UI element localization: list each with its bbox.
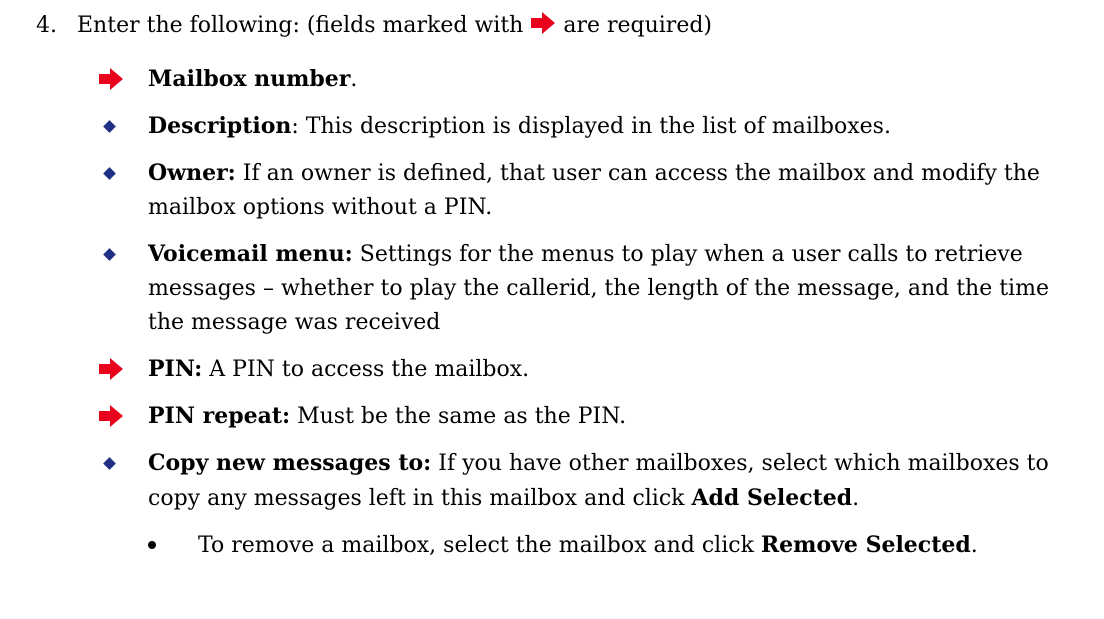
list-item-pin: PIN: A PIN to access the mailbox. [98,352,1088,387]
item-text: : This description is displayed in the l… [291,114,891,139]
item-text: . [350,67,358,92]
dot-bullet-icon [148,541,156,549]
step-intro: Enter the following: (fields marked with [77,13,524,38]
required-arrow-icon [98,399,126,433]
add-selected-label: Add Selected [691,485,853,511]
diamond-bullet-icon [98,446,126,480]
diamond-bullet-icon [98,237,126,271]
list-item-pin-repeat: PIN repeat: Must be the same as the PIN. [98,399,1088,434]
required-arrow-icon [530,12,556,34]
step-4: 4. Enter the following: (fields marked w… [36,8,712,44]
item-text: Must be the same as the PIN. [290,404,627,429]
item-text-end: . [852,486,860,511]
item-label: Owner: [148,160,236,186]
required-arrow-icon [98,352,126,386]
list-item-description: Description: This description is display… [98,109,1088,144]
remove-selected-label: Remove Selected [760,532,971,558]
step-intro-end: are required) [563,13,712,38]
list-item-voicemail-menu: Voicemail menu: Settings for the menus t… [98,237,1088,340]
step-number: 4. [36,13,57,38]
list-item-owner: Owner: If an owner is defined, that user… [98,156,1088,225]
item-label: Copy new messages to: [148,450,432,476]
item-label: PIN: [148,356,203,382]
item-text: A PIN to access the mailbox. [202,357,530,382]
sub-item-remove-mailbox: To remove a mailbox, select the mailbox … [148,528,1088,563]
item-label: Voicemail menu: [148,241,353,267]
sub-item-end: . [970,533,978,558]
item-label: Mailbox number [148,66,351,92]
diamond-bullet-icon [98,156,126,190]
diamond-bullet-icon [98,109,126,143]
item-label: Description [148,113,292,139]
required-arrow-icon [98,62,126,96]
list-item-copy-new-messages: Copy new messages to: If you have other … [98,446,1088,516]
sub-item-text: To remove a mailbox, select the mailbox … [198,533,761,558]
item-label: PIN repeat: [148,403,291,429]
list-item-mailbox-number: Mailbox number. [98,62,1088,97]
item-text: If an owner is defined, that user can ac… [148,161,1040,220]
field-list: Mailbox number. Description: This descri… [98,62,1088,563]
